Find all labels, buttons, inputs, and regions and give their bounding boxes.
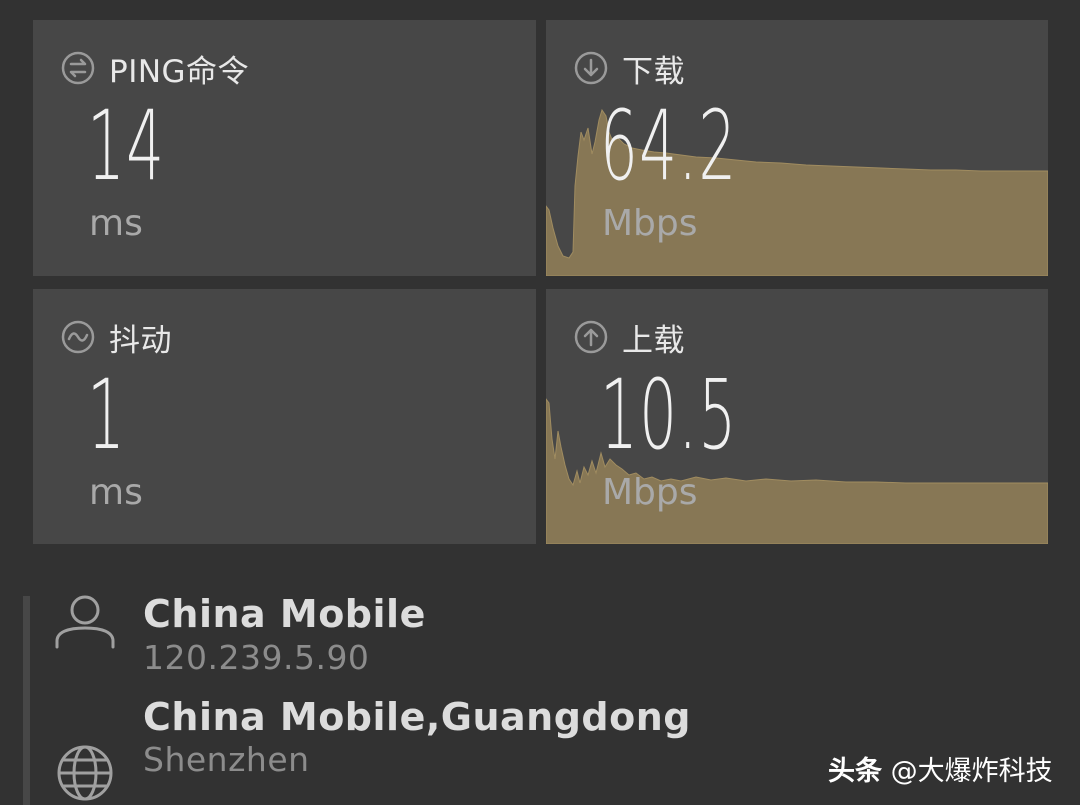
download-arrow-icon	[574, 51, 608, 85]
upload-label-row: 上载	[574, 319, 685, 359]
globe-icon	[57, 745, 113, 801]
ping-label-row: PING命令	[61, 50, 249, 90]
upload-tile: 上载 10.5 Mbps	[546, 289, 1048, 544]
ping-unit: ms	[89, 203, 143, 244]
ping-value: 14	[87, 90, 166, 202]
download-label: 下载	[622, 53, 685, 90]
jitter-value: 1	[87, 359, 127, 471]
ping-label: PING命令	[109, 53, 250, 90]
provider-name: China Mobile	[143, 592, 426, 636]
jitter-wave-icon	[61, 320, 95, 354]
upload-label: 上载	[622, 322, 685, 359]
watermark-handle: @大爆炸科技	[890, 756, 1053, 787]
ping-tile: PING命令 14 ms	[33, 20, 536, 276]
download-tile: 下载 64.2 Mbps	[546, 20, 1048, 276]
jitter-label-row: 抖动	[61, 319, 172, 359]
upload-unit: Mbps	[602, 472, 698, 513]
upload-arrow-icon	[574, 320, 608, 354]
upload-value: 10.5	[600, 359, 738, 471]
download-unit: Mbps	[602, 203, 698, 244]
download-value: 64.2	[600, 90, 738, 202]
jitter-label: 抖动	[109, 322, 172, 359]
provider-ip: 120.239.5.90	[143, 638, 370, 677]
info-section-divider	[23, 596, 30, 805]
user-icon	[55, 595, 115, 649]
jitter-tile: 抖动 1 ms	[33, 289, 536, 544]
watermark: 头条 @大爆炸科技	[828, 749, 1053, 788]
ping-icon	[61, 51, 95, 85]
server-name: China Mobile,Guangdong	[143, 695, 691, 739]
download-label-row: 下载	[574, 50, 685, 90]
watermark-prefix: 头条	[828, 756, 882, 787]
jitter-unit: ms	[89, 472, 143, 513]
server-city: Shenzhen	[143, 740, 310, 779]
